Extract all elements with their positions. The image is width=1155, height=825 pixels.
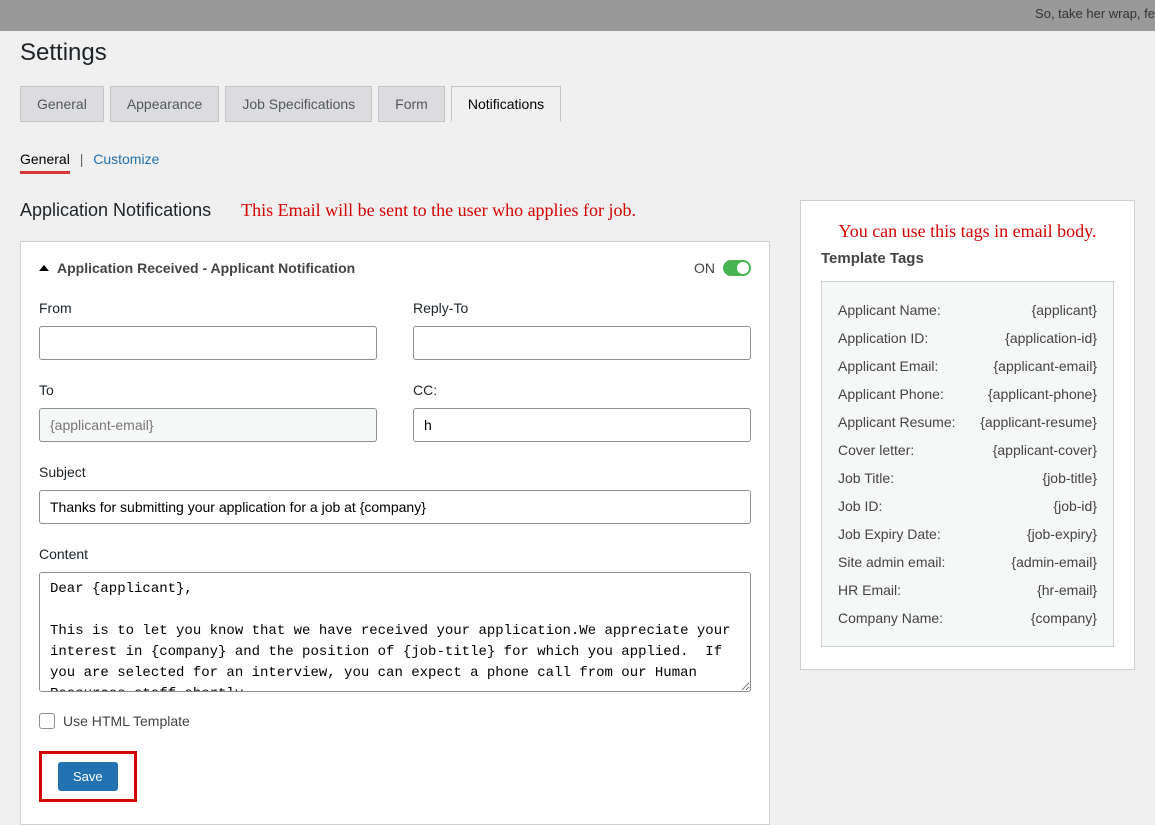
to-input[interactable] — [39, 408, 377, 442]
cc-input[interactable] — [413, 408, 751, 442]
top-bar: So, take her wrap, fe — [0, 0, 1155, 31]
tag-row: Applicant Name:{applicant} — [838, 296, 1097, 324]
save-highlight: Save — [39, 751, 137, 802]
tag-row: Job Title:{job-title} — [838, 464, 1097, 492]
toggle-label: ON — [694, 260, 715, 276]
tab-general[interactable]: General — [20, 86, 104, 122]
tab-appearance[interactable]: Appearance — [110, 86, 220, 122]
subtab-row: General | Customize — [0, 121, 1155, 180]
subtab-divider: | — [80, 151, 84, 167]
use-html-checkbox[interactable] — [39, 713, 55, 729]
tab-bar: General Appearance Job Specifications Fo… — [0, 85, 1155, 121]
subject-input[interactable] — [39, 490, 751, 524]
tab-notifications[interactable]: Notifications — [451, 86, 561, 122]
topbar-overflow-text: So, take her wrap, fe — [1035, 6, 1155, 21]
subject-label: Subject — [39, 464, 751, 480]
subtab-general[interactable]: General — [20, 151, 70, 174]
use-html-label: Use HTML Template — [63, 713, 190, 729]
tags-table: Applicant Name:{applicant} Application I… — [821, 281, 1114, 647]
tag-row: Application ID:{application-id} — [838, 324, 1097, 352]
page-title: Settings — [0, 31, 1155, 85]
tag-row: Applicant Phone:{applicant-phone} — [838, 380, 1097, 408]
sidebar-title: Template Tags — [821, 250, 1114, 267]
content-label: Content — [39, 546, 751, 562]
accordion-header[interactable]: Application Received - Applicant Notific… — [39, 260, 751, 276]
reply-to-label: Reply-To — [413, 300, 751, 316]
tag-row: Cover letter:{applicant-cover} — [838, 436, 1097, 464]
to-label: To — [39, 382, 377, 398]
tab-job-specifications[interactable]: Job Specifications — [225, 86, 372, 122]
from-label: From — [39, 300, 377, 316]
tag-row: Applicant Email:{applicant-email} — [838, 352, 1097, 380]
from-input[interactable] — [39, 326, 377, 360]
section-heading: Application Notifications — [20, 200, 211, 221]
tag-row: Site admin email:{admin-email} — [838, 548, 1097, 576]
save-button[interactable]: Save — [58, 762, 118, 791]
accordion-title: Application Received - Applicant Notific… — [57, 260, 355, 276]
tag-row: Job Expiry Date:{job-expiry} — [838, 520, 1097, 548]
subtab-customize[interactable]: Customize — [93, 151, 159, 167]
tab-form[interactable]: Form — [378, 86, 445, 122]
section-note: This Email will be sent to the user who … — [241, 200, 636, 221]
tag-row: Applicant Resume:{applicant-resume} — [838, 408, 1097, 436]
tag-row: Company Name:{company} — [838, 604, 1097, 632]
caret-up-icon — [39, 265, 49, 271]
tag-row: Job ID:{job-id} — [838, 492, 1097, 520]
notification-card: Application Received - Applicant Notific… — [20, 241, 770, 825]
cc-label: CC: — [413, 382, 751, 398]
reply-to-input[interactable] — [413, 326, 751, 360]
content-textarea[interactable] — [39, 572, 751, 692]
template-tags-card: You can use this tags in email body. Tem… — [800, 200, 1135, 670]
notification-toggle[interactable] — [723, 260, 751, 276]
sidebar-note: You can use this tags in email body. — [821, 221, 1114, 242]
tag-row: HR Email:{hr-email} — [838, 576, 1097, 604]
